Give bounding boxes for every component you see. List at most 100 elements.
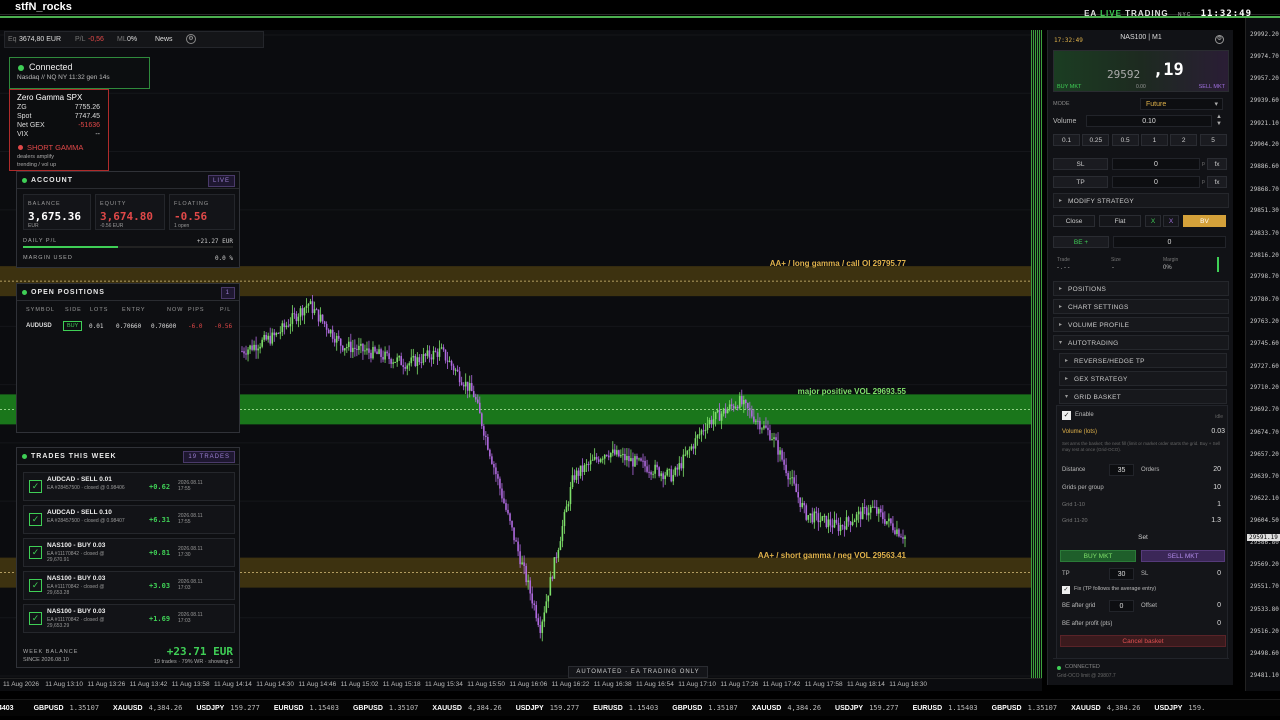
x-green-button[interactable]: X [1145,215,1161,227]
section-positions[interactable]: ▸ POSITIONS [1053,281,1229,296]
panel-settings-gear-icon[interactable]: ⚙ [1215,35,1224,44]
pl-label: P/L [75,36,86,43]
volume-preset-button[interactable]: 1 [1140,134,1168,146]
news-button[interactable]: News [155,36,173,43]
grid-buy-button[interactable]: BUY MKT [1060,550,1136,562]
position-side-badge: BUY [63,321,83,331]
candle-body [311,301,314,314]
ticker-price: 1.15403 [948,704,978,712]
sl-fx-button[interactable]: fx [1207,158,1227,170]
be-input[interactable]: 0 [1113,236,1226,248]
subsection-reverse-hedge-tp[interactable]: ▸ REVERSE/HEDGE TP [1059,353,1227,368]
candle-body [696,435,699,439]
section-chart-settings[interactable]: ▸ CHART SETTINGS [1053,299,1229,314]
fix-checkbox[interactable]: ✓ [1062,586,1070,594]
modify-strategy-section[interactable]: ▸ MODIFY STRATEGY [1053,193,1229,208]
candle-body [575,470,578,480]
grid-tp-input[interactable]: 30 [1109,568,1134,580]
x-purple-button[interactable]: X [1163,215,1179,227]
grid-sell-button[interactable]: SELL MKT [1141,550,1225,562]
grid-sl-input[interactable]: 0 [1187,568,1225,580]
trades-panel: TRADES THIS WEEK 19 TRADES ✓ AUDCAD - SEL… [16,447,240,668]
mode-label: MODE [1053,101,1070,107]
orders-input[interactable]: 20 [1187,464,1225,476]
ticket-buy-button[interactable]: BUY MKT [1057,84,1081,90]
candle-body [694,438,697,449]
mode-select[interactable]: Future ▾ [1140,98,1223,110]
candle-body [638,458,640,460]
distance-input[interactable]: 35 [1109,464,1134,476]
candle-body [662,473,664,480]
candle-body [801,502,804,507]
position-symbol[interactable]: AUDUSD [26,323,52,329]
volume-preset-button[interactable]: 5 [1199,134,1227,146]
automated-badge: AUTOMATED · EA TRADING ONLY [568,666,708,678]
trade-item[interactable]: ✓ AUDCAD - SELL 0.10 EA #28457500 · closed… [23,505,235,534]
volume-preset-button[interactable]: 0.1 [1053,134,1080,146]
section-volume-profile[interactable]: ▸ VOLUME PROFILE [1053,317,1229,332]
price-main: 29592 [1107,68,1141,81]
beprofit-input[interactable]: 0 [1187,618,1225,630]
trade-item[interactable]: ✓ AUDCAD - SELL 0.01 EA #28457500 · closed… [23,472,235,501]
ticker-symbol: 4403 [0,705,14,712]
chevron-right-icon: ▸ [1059,286,1063,292]
sl-input[interactable]: 0 [1112,158,1200,170]
grid1-label: Grid 1-10 [1062,502,1085,508]
candle-body [243,351,245,354]
trade-value: - . - - [1057,265,1070,271]
time-tick: 11 Aug 15:34 [425,681,463,688]
ticket-sell-button[interactable]: SELL MKT [1199,84,1225,90]
bv-button[interactable]: BV [1183,215,1226,227]
margin-value: 0% [1163,265,1172,271]
fix-label: Fix (TP follows the average entry) [1074,586,1157,592]
offset-input[interactable]: 0 [1187,600,1225,612]
section-autotrading[interactable]: ▾ AUTOTRADING [1053,335,1229,350]
trade-title: NAS100 - BUY 0.03 [47,542,106,549]
be-plus-button[interactable]: BE + [1053,236,1109,248]
trade-item[interactable]: ✓ NAS100 - BUY 0.03 EA #11170842 · closed … [23,538,235,567]
flat-button[interactable]: Flat [1099,215,1141,227]
candle-body [648,471,650,473]
tp-input[interactable]: 0 [1112,176,1200,188]
trade-item[interactable]: ✓ NAS100 - BUY 0.03 EA #11170842 · closed … [23,604,235,633]
ticker-item: USDJPY 159. [1154,700,1205,716]
settings-gear-icon[interactable]: ⚙ [186,34,196,44]
candle-body [241,351,243,353]
cancel-basket-button[interactable]: Cancel basket [1060,635,1226,647]
candle-body [438,348,441,357]
volume-stepper-icon[interactable]: ▲ ▼ [1216,114,1222,128]
set-button[interactable]: Set [1060,532,1226,544]
trade-pl: +1.69 [149,615,171,623]
candle-body [283,323,286,328]
grid-volume-input[interactable]: 0.03 [1187,426,1225,438]
subsection-gex-strategy[interactable]: ▸ GEX STRATEGY [1059,371,1227,386]
volume-preset-button[interactable]: 2 [1170,134,1198,146]
close-button[interactable]: Close [1053,215,1095,227]
volume-input[interactable]: 0.10 [1086,115,1212,127]
begrid-input[interactable]: 0 [1109,600,1134,612]
gpg-input[interactable]: 10 [1187,482,1225,494]
trade-time: 17:03 [178,585,191,591]
subsection-grid-basket[interactable]: ▾ GRID BASKET [1059,389,1227,404]
price-tick: 29763.20 [1250,318,1279,325]
trade-item[interactable]: ✓ NAS100 - BUY 0.03 EA #11170842 · closed … [23,571,235,600]
candle-body [583,464,586,473]
grid1-input[interactable]: 1 [1187,499,1225,511]
candle-body [255,344,257,351]
grid2-input[interactable]: 1.3 [1187,515,1225,527]
enable-checkbox[interactable]: ✓ [1062,411,1071,420]
volume-preset-button[interactable]: 0.25 [1082,134,1110,146]
ticker-price: 159.277 [549,704,580,712]
candle-body [468,383,471,391]
candle-body [476,399,479,403]
short-gamma-dot-icon [18,145,23,150]
price-tick: 29939.60 [1250,96,1279,104]
tp-fx-button[interactable]: fx [1207,176,1227,188]
volume-preset-button[interactable]: 0.5 [1111,134,1139,146]
candle-body [660,473,662,477]
candle-body [386,351,388,354]
level-label: AA+ / long gamma / call OI 29795.77 [769,259,906,269]
gamma-row-value: 7747.45 [74,113,100,120]
candle-body [849,521,852,525]
floating-value: -0.56 [174,210,208,223]
